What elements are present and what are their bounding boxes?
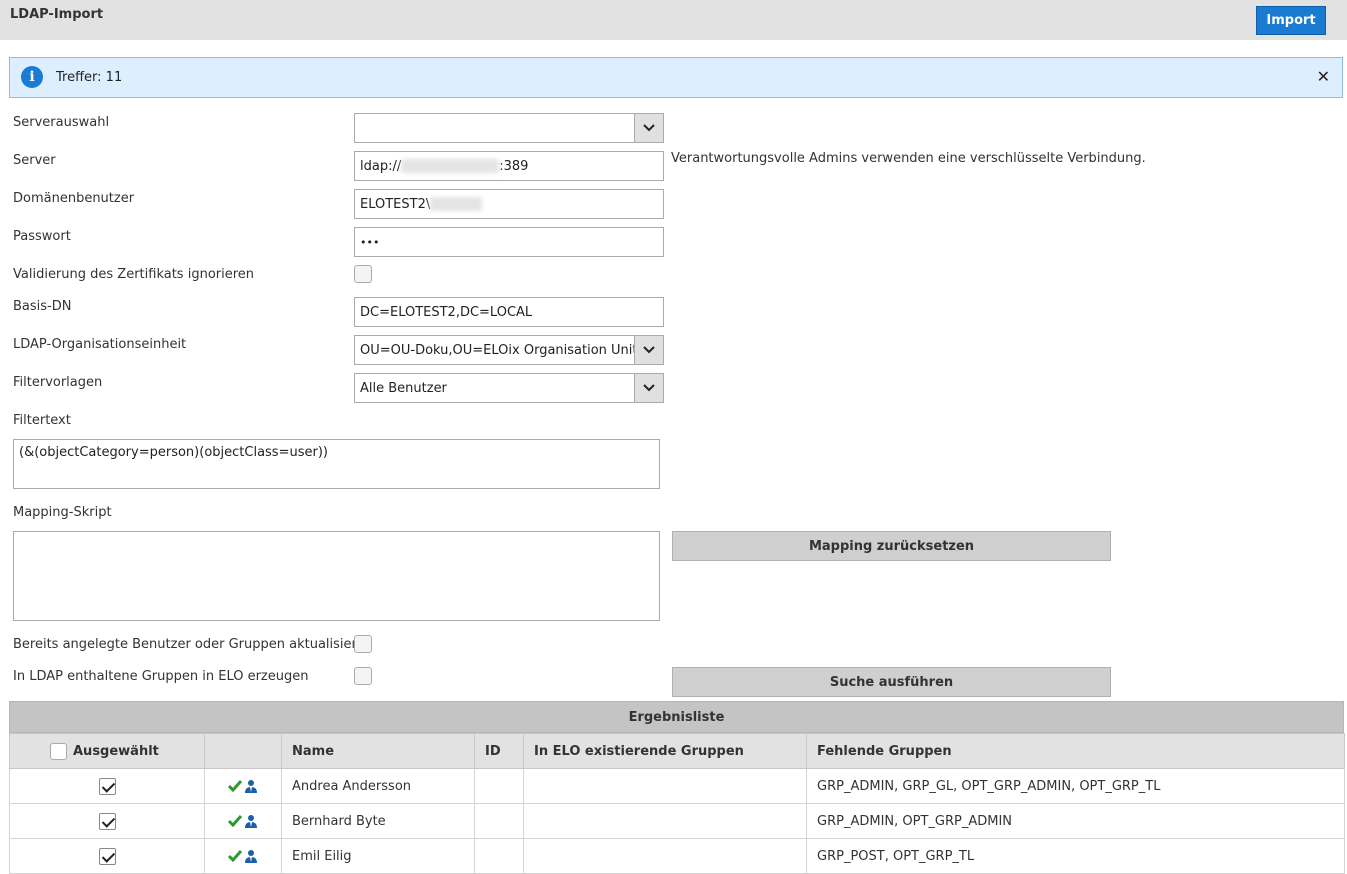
- checkmark-icon: [228, 780, 242, 792]
- table-row[interactable]: Andrea Andersson GRP_ADMIN, GRP_GL, OPT_…: [9, 768, 1345, 804]
- column-header-selected: Ausgewählt: [9, 733, 205, 769]
- server-hint: Verantwortungsvolle Admins verwenden ein…: [671, 151, 1146, 166]
- create-groups-label: In LDAP enthaltene Gruppen in ELO erzeug…: [13, 669, 309, 684]
- name-cell: Andrea Andersson: [281, 768, 475, 804]
- filter-template-select[interactable]: Alle Benutzer: [354, 373, 664, 403]
- import-button[interactable]: Import: [1256, 6, 1326, 35]
- close-icon[interactable]: ✕: [1317, 67, 1330, 86]
- base-dn-input[interactable]: DC=ELOTEST2,DC=LOCAL: [354, 297, 664, 327]
- chevron-down-icon[interactable]: [634, 336, 663, 364]
- server-label: Server: [13, 153, 56, 168]
- redacted-username: [430, 197, 483, 211]
- filter-text-area[interactable]: (&(objectCategory=person)(objectClass=us…: [13, 439, 660, 489]
- id-cell: [474, 768, 524, 804]
- mapping-label: Mapping-Skript: [13, 505, 112, 520]
- existing-groups-cell: [523, 768, 807, 804]
- results-table: Ausgewählt Name ID In ELO existierende G…: [9, 733, 1345, 874]
- status-cell: [204, 838, 282, 874]
- column-header-status: [204, 733, 282, 769]
- update-existing-label: Bereits angelegte Benutzer oder Gruppen …: [13, 637, 373, 652]
- server-select[interactable]: [354, 113, 664, 143]
- selected-cell: [9, 768, 205, 804]
- column-header-existing-groups[interactable]: In ELO existierende Gruppen: [523, 733, 807, 769]
- row-checkbox[interactable]: [98, 847, 116, 865]
- filter-text-label: Filtertext: [13, 413, 71, 428]
- filter-template-value: Alle Benutzer: [360, 380, 447, 396]
- column-header-missing-groups[interactable]: Fehlende Gruppen: [806, 733, 1345, 769]
- checkmark-icon: [228, 850, 242, 862]
- status-cell: [204, 768, 282, 804]
- base-dn-label: Basis-DN: [13, 299, 72, 314]
- name-cell: Bernhard Byte: [281, 803, 475, 839]
- search-button[interactable]: Suche ausführen: [672, 667, 1111, 697]
- server-prefix: ldap://: [360, 158, 402, 174]
- selected-cell: [9, 838, 205, 874]
- user-icon: [245, 780, 257, 793]
- column-label-selected: Ausgewählt: [73, 743, 159, 759]
- existing-groups-cell: [523, 803, 807, 839]
- existing-groups-cell: [523, 838, 807, 874]
- user-icon: [245, 850, 257, 863]
- select-all-checkbox[interactable]: [50, 742, 67, 760]
- ou-label: LDAP-Organisationseinheit: [13, 337, 187, 352]
- info-banner: i Treffer: 11 ✕: [9, 57, 1343, 98]
- update-existing-checkbox[interactable]: [354, 635, 372, 653]
- mapping-script-area[interactable]: [13, 531, 660, 621]
- missing-groups-cell: GRP_POST, OPT_GRP_TL: [806, 838, 1345, 874]
- row-checkbox[interactable]: [98, 777, 116, 795]
- selected-cell: [9, 803, 205, 839]
- row-checkbox[interactable]: [98, 812, 116, 830]
- chevron-down-icon[interactable]: [634, 114, 663, 142]
- domain-user-input[interactable]: ELOTEST2\: [354, 189, 664, 219]
- results-panel: Ergebnisliste Ausgewählt Name ID In ELO …: [9, 701, 1345, 874]
- missing-groups-cell: GRP_ADMIN, GRP_GL, OPT_GRP_ADMIN, OPT_GR…: [806, 768, 1345, 804]
- redacted-host: [401, 159, 500, 173]
- table-row[interactable]: Emil Eilig GRP_POST, OPT_GRP_TL: [9, 838, 1345, 874]
- mapping-reset-button[interactable]: Mapping zurücksetzen: [672, 531, 1111, 561]
- top-bar: LDAP-Import Import: [0, 0, 1347, 40]
- ignore-cert-checkbox[interactable]: [354, 265, 372, 283]
- checkmark-icon: [228, 815, 242, 827]
- server-port: :389: [499, 158, 529, 174]
- hit-count-text: Treffer: 11: [56, 70, 123, 85]
- results-title: Ergebnisliste: [9, 701, 1344, 733]
- table-row[interactable]: Bernhard Byte GRP_ADMIN, OPT_GRP_ADMIN: [9, 803, 1345, 839]
- chevron-down-icon[interactable]: [634, 374, 663, 402]
- domain-user-value: ELOTEST2\: [360, 196, 431, 212]
- column-header-id[interactable]: ID: [474, 733, 524, 769]
- info-icon: i: [21, 66, 43, 88]
- server-select-label: Serverauswahl: [13, 115, 110, 130]
- status-cell: [204, 803, 282, 839]
- server-input[interactable]: ldap:// :389: [354, 151, 664, 181]
- table-header-row: Ausgewählt Name ID In ELO existierende G…: [9, 733, 1345, 769]
- password-input[interactable]: •••: [354, 227, 664, 257]
- id-cell: [474, 803, 524, 839]
- create-groups-checkbox[interactable]: [354, 667, 372, 685]
- password-label: Passwort: [13, 229, 71, 244]
- filter-templates-label: Filtervorlagen: [13, 375, 103, 390]
- domain-user-label: Domänenbenutzer: [13, 191, 135, 206]
- ignore-cert-label: Validierung des Zertifikats ignorieren: [13, 267, 255, 282]
- id-cell: [474, 838, 524, 874]
- ou-select[interactable]: OU=OU-Doku,OU=ELOix Organisation Unit f: [354, 335, 664, 365]
- user-icon: [245, 815, 257, 828]
- column-header-name[interactable]: Name: [281, 733, 475, 769]
- name-cell: Emil Eilig: [281, 838, 475, 874]
- missing-groups-cell: GRP_ADMIN, OPT_GRP_ADMIN: [806, 803, 1345, 839]
- page-title: LDAP-Import: [10, 7, 104, 22]
- ou-value: OU=OU-Doku,OU=ELOix Organisation Unit f: [360, 342, 647, 358]
